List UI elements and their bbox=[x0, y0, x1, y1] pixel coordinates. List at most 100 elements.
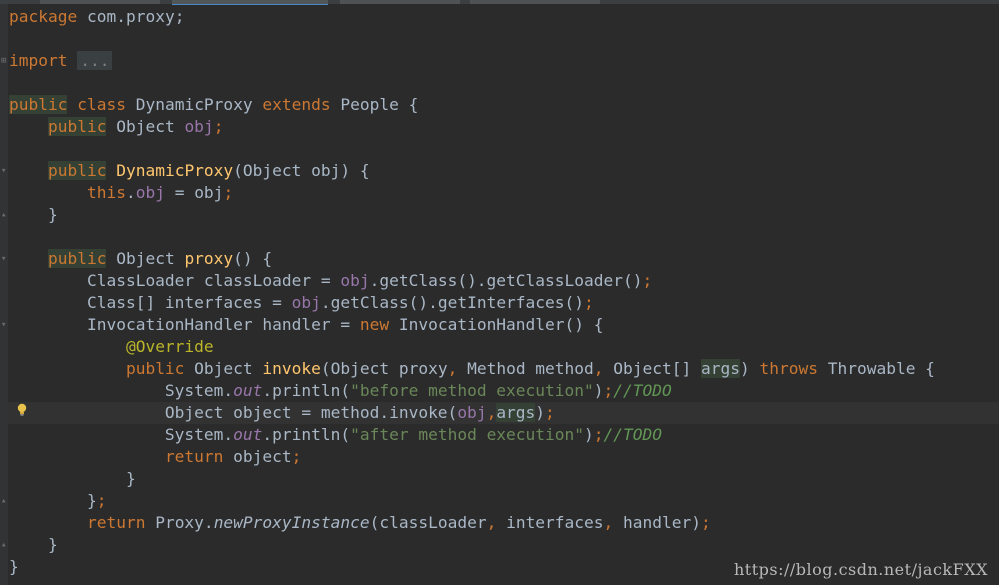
code-token: InvocationHandler() { bbox=[389, 315, 604, 334]
code-line[interactable]: import ... bbox=[9, 50, 935, 72]
editor-gutter[interactable]: ⊞ ▾ ▴ ▾ ▾ ▴ ▴ bbox=[0, 4, 8, 585]
code-token: TODO bbox=[632, 381, 672, 400]
code-line[interactable]: public class DynamicProxy extends People… bbox=[9, 94, 935, 116]
code-line[interactable]: public Object proxy() { bbox=[9, 248, 935, 270]
code-token: public bbox=[47, 161, 107, 180]
code-line[interactable]: @Override bbox=[9, 336, 935, 358]
code-token: InvocationHandler handler = bbox=[9, 315, 360, 334]
code-token: @Override bbox=[125, 337, 214, 356]
code-token: ; bbox=[603, 381, 614, 400]
code-line[interactable]: return Proxy.newProxyInstance(classLoade… bbox=[9, 512, 935, 534]
code-token: ) bbox=[584, 425, 594, 444]
code-line[interactable]: public DynamicProxy(Object obj) { bbox=[9, 160, 935, 182]
fold-marker-icon[interactable]: ▴ bbox=[1, 497, 7, 506]
code-line[interactable]: System.out.println("before method execut… bbox=[9, 380, 935, 402]
code-token: (Object obj) { bbox=[233, 161, 370, 180]
code-token: proxy bbox=[184, 249, 234, 268]
code-token: DynamicProxy bbox=[116, 161, 234, 180]
code-token: Method method bbox=[457, 359, 594, 378]
fold-marker-icon[interactable]: ⊞ bbox=[1, 57, 7, 66]
code-token: out bbox=[233, 425, 263, 444]
fold-marker-icon[interactable]: ▾ bbox=[1, 167, 7, 176]
code-line[interactable]: } bbox=[9, 468, 935, 490]
code-line[interactable]: this.obj = obj; bbox=[9, 182, 935, 204]
code-token: public bbox=[9, 95, 68, 114]
code-token: ; bbox=[584, 293, 594, 312]
code-line[interactable]: Class[] interfaces = obj.getClass().getI… bbox=[9, 292, 935, 314]
code-token: Object bbox=[106, 249, 185, 268]
code-token: ; bbox=[291, 447, 302, 466]
code-token: Object bbox=[106, 117, 185, 136]
code-line[interactable]: System.out.println("after method executi… bbox=[9, 424, 935, 446]
code-token: , bbox=[603, 513, 614, 532]
code-token: "before method execution" bbox=[350, 381, 594, 400]
code-token: } bbox=[9, 205, 58, 224]
code-token: Proxy. bbox=[145, 513, 214, 532]
code-token: ClassLoader classLoader = bbox=[9, 271, 341, 290]
code-line[interactable]: ClassLoader classLoader = obj.getClass()… bbox=[9, 270, 935, 292]
code-token: Class[] interfaces = bbox=[9, 293, 292, 312]
editor-tab[interactable] bbox=[340, 0, 460, 4]
code-token: object bbox=[223, 447, 292, 466]
code-token: out bbox=[233, 381, 263, 400]
code-token: com.proxy; bbox=[77, 7, 185, 26]
code-token: ... bbox=[77, 51, 113, 70]
code-token: package bbox=[9, 7, 78, 26]
code-token: ; bbox=[545, 403, 555, 422]
code-token: // bbox=[613, 381, 633, 400]
code-token: Object object = method.invoke( bbox=[9, 403, 458, 422]
code-token: , bbox=[447, 359, 458, 378]
code-line[interactable]: } bbox=[9, 204, 935, 226]
code-token: , bbox=[486, 513, 497, 532]
code-token: obj bbox=[184, 117, 214, 136]
code-token: throws bbox=[759, 359, 818, 378]
code-token: , bbox=[593, 359, 604, 378]
code-line[interactable]: Object object = method.invoke(obj,args); bbox=[9, 402, 935, 424]
code-token: extends bbox=[262, 95, 331, 114]
code-editor[interactable]: package com.proxy; import ... public cla… bbox=[9, 6, 935, 578]
code-line[interactable] bbox=[9, 226, 935, 248]
code-token: obj bbox=[135, 183, 165, 202]
code-line[interactable]: public Object invoke(Object proxy, Metho… bbox=[9, 358, 935, 380]
code-line[interactable] bbox=[9, 138, 935, 160]
fold-marker-icon[interactable]: ▴ bbox=[1, 211, 7, 220]
code-token: ; bbox=[96, 491, 107, 510]
editor-tab[interactable] bbox=[470, 0, 600, 4]
fold-marker-icon[interactable]: ▾ bbox=[1, 255, 7, 264]
editor-tab[interactable] bbox=[40, 0, 160, 4]
code-token: System. bbox=[9, 381, 234, 400]
code-token: args bbox=[496, 403, 536, 422]
editor-tab-strip[interactable] bbox=[0, 0, 999, 5]
code-line[interactable] bbox=[9, 28, 935, 50]
code-line[interactable]: package com.proxy; bbox=[9, 6, 935, 28]
code-token: .getClass().getClassLoader() bbox=[369, 271, 643, 290]
code-token: class bbox=[77, 95, 126, 114]
code-token: System. bbox=[9, 425, 234, 444]
code-token: .getClass().getInterfaces() bbox=[320, 293, 585, 312]
code-token: ; bbox=[223, 183, 234, 202]
code-line[interactable] bbox=[9, 72, 935, 94]
code-token: (Object proxy bbox=[320, 359, 448, 378]
code-token: return bbox=[164, 447, 224, 466]
code-line[interactable]: }; bbox=[9, 490, 935, 512]
editor-tab-active[interactable] bbox=[172, 0, 328, 5]
code-token: TODO bbox=[623, 425, 663, 444]
code-token: Throwable { bbox=[817, 359, 935, 378]
fold-marker-icon[interactable]: ▴ bbox=[1, 541, 7, 550]
code-token: args bbox=[701, 359, 740, 378]
code-line[interactable]: public Object obj; bbox=[9, 116, 935, 138]
code-line[interactable]: return object; bbox=[9, 446, 935, 468]
code-line[interactable]: InvocationHandler handler = new Invocati… bbox=[9, 314, 935, 336]
code-token: return bbox=[86, 513, 146, 532]
fold-marker-icon[interactable]: ▾ bbox=[1, 321, 7, 330]
code-line[interactable]: } bbox=[9, 534, 935, 556]
code-token: , bbox=[486, 403, 497, 422]
code-token: ) bbox=[593, 381, 604, 400]
code-token: this bbox=[86, 183, 126, 202]
